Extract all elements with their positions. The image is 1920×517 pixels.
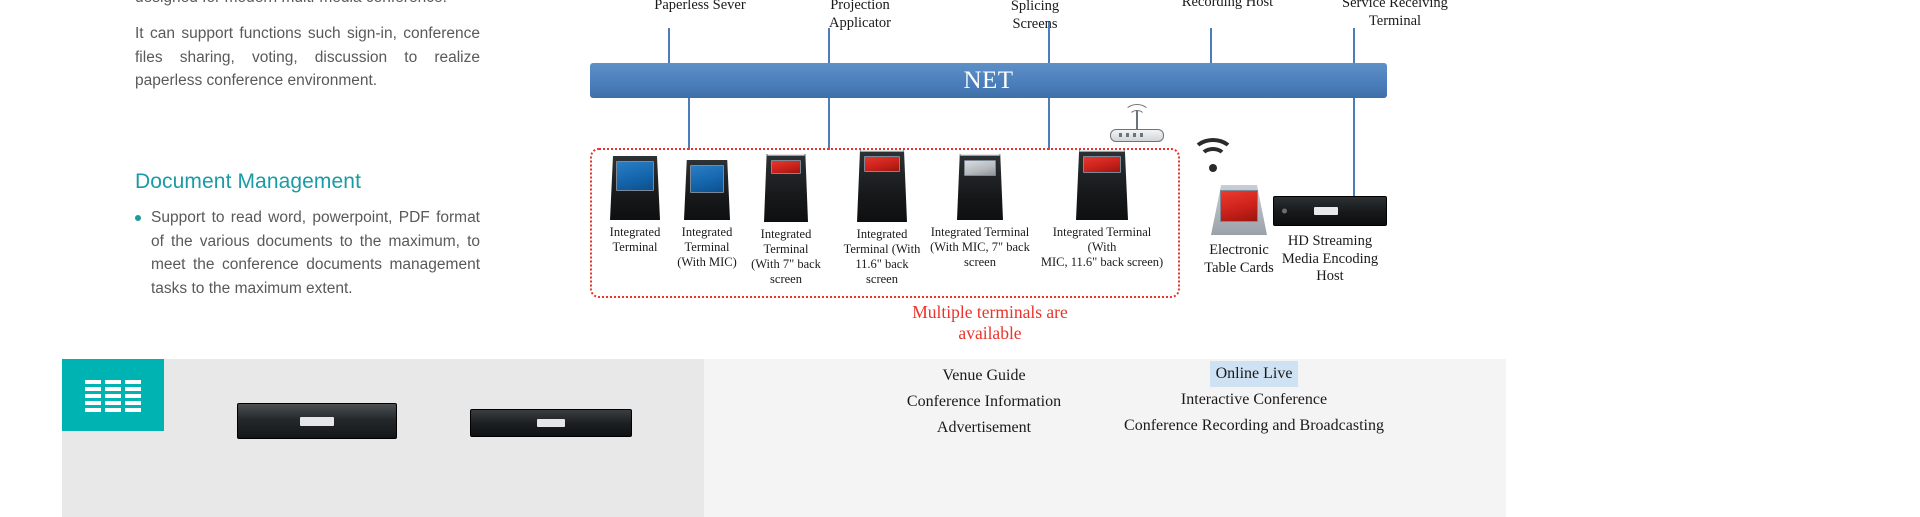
multiple-terminals-caption: Multiple terminals are available bbox=[912, 302, 1068, 343]
terminal-116inch: Integrated Terminal (With 11.6" back scr… bbox=[838, 150, 926, 287]
server-stack-glyph bbox=[85, 377, 141, 413]
bottom-feature-column-b: Online Live Interactive Conference Confe… bbox=[1004, 361, 1504, 439]
section-heading-document-management: Document Management bbox=[135, 170, 362, 193]
bottom-strip: Venue Guide Conference Information Adver… bbox=[62, 359, 1506, 517]
connector-line bbox=[1210, 28, 1212, 63]
router-wave bbox=[1129, 110, 1145, 123]
table-card-screen bbox=[1220, 190, 1258, 222]
system-architecture-diagram: Paperless Sever Projection Applicator Sp… bbox=[530, 0, 1460, 360]
device-recording-host: Recording Host bbox=[1145, 0, 1310, 12]
terminal-body bbox=[684, 160, 730, 220]
device-label: Paperless Sever bbox=[654, 0, 746, 13]
wifi-signal-icon bbox=[1190, 138, 1236, 172]
feature-item: Interactive Conference bbox=[1180, 391, 1328, 408]
terminal-integrated-mic: Integrated Terminal (With MIC) bbox=[672, 160, 742, 270]
slide-page: designed for modern multi-media conferen… bbox=[0, 0, 1920, 517]
terminal-screen bbox=[1083, 156, 1121, 173]
bottom-strip-right-panel: Venue Guide Conference Information Adver… bbox=[704, 359, 1506, 517]
router-body bbox=[1110, 129, 1164, 142]
connector-line bbox=[828, 98, 830, 150]
device-projection-applicator: Projection Applicator bbox=[785, 0, 935, 32]
connector-line bbox=[1048, 98, 1050, 150]
connector-line bbox=[1353, 28, 1355, 63]
terminal-mic-7inch: Integrated Terminal (With MIC, 7" back s… bbox=[928, 154, 1032, 270]
net-label: NET bbox=[963, 66, 1014, 94]
bottom-rack-server-2 bbox=[470, 409, 632, 437]
terminal-body bbox=[1076, 150, 1128, 220]
wifi-dot bbox=[1209, 164, 1217, 172]
left-text-column: designed for modern multi-media conferen… bbox=[135, 0, 480, 105]
electronic-table-card-icon bbox=[1211, 185, 1267, 235]
device-paperless-server: Paperless Sever bbox=[625, 0, 775, 15]
bottom-rack-server-1 bbox=[237, 403, 397, 439]
rack-face bbox=[537, 419, 565, 427]
wifi-router-icon bbox=[1110, 102, 1170, 142]
connector-line bbox=[668, 28, 670, 63]
device-label: Splicing Screens bbox=[1010, 0, 1060, 32]
device-service-receiving-terminal: Service Receiving Terminal bbox=[1320, 0, 1470, 30]
hd-streaming-host-icon bbox=[1273, 196, 1387, 226]
terminal-7inch: Integrated Terminal (With 7" back screen bbox=[748, 154, 824, 287]
terminal-label: Integrated Terminal (With MIC) bbox=[677, 225, 737, 269]
document-management-bullet: Support to read word, powerpoint, PDF fo… bbox=[135, 206, 480, 300]
device-electronic-table-cards: Electronic Table Cards bbox=[1198, 185, 1280, 277]
terminal-label: Integrated Terminal (With 11.6" back scr… bbox=[843, 227, 921, 286]
terminal-mic-116inch: Integrated Terminal (With MIC, 11.6" bac… bbox=[1038, 150, 1166, 270]
device-label: Service Receiving Terminal bbox=[1342, 0, 1448, 29]
terminal-screen bbox=[864, 156, 900, 172]
features-paragraph: It can support functions such sign-in, c… bbox=[135, 25, 480, 89]
terminal-body bbox=[764, 154, 808, 222]
device-label: HD Streaming Media Encoding Host bbox=[1281, 233, 1379, 284]
device-splicing-screens: Splicing Screens bbox=[955, 0, 1115, 33]
terminal-integrated: Integrated Terminal bbox=[602, 156, 668, 255]
device-label: Projection Applicator bbox=[828, 0, 891, 31]
terminal-body bbox=[957, 154, 1003, 220]
connector-line bbox=[828, 28, 830, 63]
net-bar: NET bbox=[590, 63, 1387, 98]
rack-face bbox=[300, 417, 334, 426]
terminal-screen bbox=[616, 161, 654, 191]
terminal-screen bbox=[964, 160, 996, 176]
terminal-label: Integrated Terminal (With 7" back screen bbox=[751, 227, 821, 286]
terminal-body bbox=[857, 150, 907, 222]
bullet-dot-icon bbox=[135, 215, 141, 221]
terminal-body bbox=[610, 156, 660, 220]
feature-item: Conference Recording and Broadcasting bbox=[1124, 417, 1384, 434]
terminal-label: Integrated Terminal bbox=[609, 225, 661, 254]
bullet-text: Support to read word, powerpoint, PDF fo… bbox=[151, 209, 480, 297]
server-stack-icon bbox=[62, 359, 164, 431]
bottom-strip-left-panel bbox=[62, 359, 704, 517]
intro-paragraph-line: designed for modern multi-media conferen… bbox=[135, 0, 480, 10]
terminal-screen bbox=[690, 165, 724, 193]
connector-line bbox=[1048, 22, 1050, 63]
terminal-label: Integrated Terminal (With MIC, 11.6" bac… bbox=[1040, 225, 1164, 269]
terminal-label: Integrated Terminal (With MIC, 7" back s… bbox=[930, 225, 1030, 269]
device-hd-streaming-host: HD Streaming Media Encoding Host bbox=[1270, 196, 1390, 286]
feature-item-highlighted: Online Live bbox=[1004, 361, 1504, 387]
device-label: Recording Host bbox=[1181, 0, 1274, 10]
device-label: Electronic Table Cards bbox=[1204, 242, 1274, 276]
terminal-screen bbox=[771, 160, 801, 174]
connector-line bbox=[688, 98, 690, 150]
